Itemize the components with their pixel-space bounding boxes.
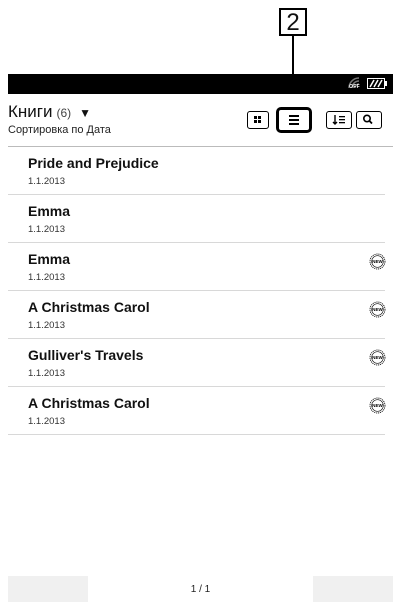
- grid-view-button[interactable]: [247, 111, 269, 129]
- list-view-icon: [289, 115, 299, 125]
- book-date: 1.1.2013: [28, 320, 65, 331]
- book-count: (6): [56, 106, 72, 120]
- svg-text:NEW: NEW: [372, 403, 383, 408]
- book-title: Pride and Prejudice: [28, 155, 159, 171]
- sort-button[interactable]: [326, 111, 352, 129]
- grid-view-icon: [254, 116, 261, 123]
- new-badge-icon: NEW: [369, 349, 386, 366]
- book-title: A Christmas Carol: [28, 395, 150, 411]
- battery-icon: [367, 78, 387, 89]
- new-badge-icon: NEW: [369, 301, 386, 318]
- book-date: 1.1.2013: [28, 416, 65, 427]
- page-title: Книги: [8, 102, 53, 121]
- list-item[interactable]: A Christmas Carol 1.1.2013 NEW: [8, 291, 386, 339]
- header: Книги (6) ▼ Сортировка по Дата: [8, 94, 393, 147]
- book-list: Pride and Prejudice 1.1.2013 Emma 1.1.20…: [8, 147, 386, 435]
- list-view-button[interactable]: [276, 107, 312, 133]
- callout-number: 2: [279, 8, 307, 36]
- new-badge-icon: NEW: [369, 253, 386, 270]
- book-date: 1.1.2013: [28, 224, 65, 235]
- status-bar: OFF: [8, 74, 393, 94]
- svg-text:NEW: NEW: [372, 259, 383, 264]
- dropdown-arrow-icon[interactable]: ▼: [79, 106, 91, 120]
- page-indicator: 1 / 1: [190, 584, 211, 595]
- book-title: Emma: [28, 203, 71, 219]
- book-title: Gulliver's Travels: [28, 347, 144, 363]
- new-badge-icon: NEW: [369, 397, 386, 414]
- list-item[interactable]: A Christmas Carol 1.1.2013 NEW: [8, 387, 386, 435]
- list-item[interactable]: Gulliver's Travels 1.1.2013 NEW: [8, 339, 386, 387]
- wifi-off-label: OFF: [349, 84, 360, 90]
- sort-icon: [332, 115, 345, 125]
- book-date: 1.1.2013: [28, 176, 65, 187]
- list-item[interactable]: Emma 1.1.2013 NEW: [8, 243, 386, 291]
- svg-text:NEW: NEW: [372, 355, 383, 360]
- search-icon: [363, 114, 373, 125]
- search-button[interactable]: [356, 111, 382, 129]
- footer: 1 / 1: [8, 576, 393, 602]
- list-item[interactable]: Emma 1.1.2013: [8, 195, 385, 243]
- list-item[interactable]: Pride and Prejudice 1.1.2013: [8, 147, 385, 195]
- svg-text:NEW: NEW: [372, 307, 383, 312]
- book-title: A Christmas Carol: [28, 299, 150, 315]
- book-title: Emma: [28, 251, 71, 267]
- book-date: 1.1.2013: [28, 272, 65, 283]
- book-date: 1.1.2013: [28, 368, 65, 379]
- sort-label: Сортировка по Дата: [8, 124, 111, 136]
